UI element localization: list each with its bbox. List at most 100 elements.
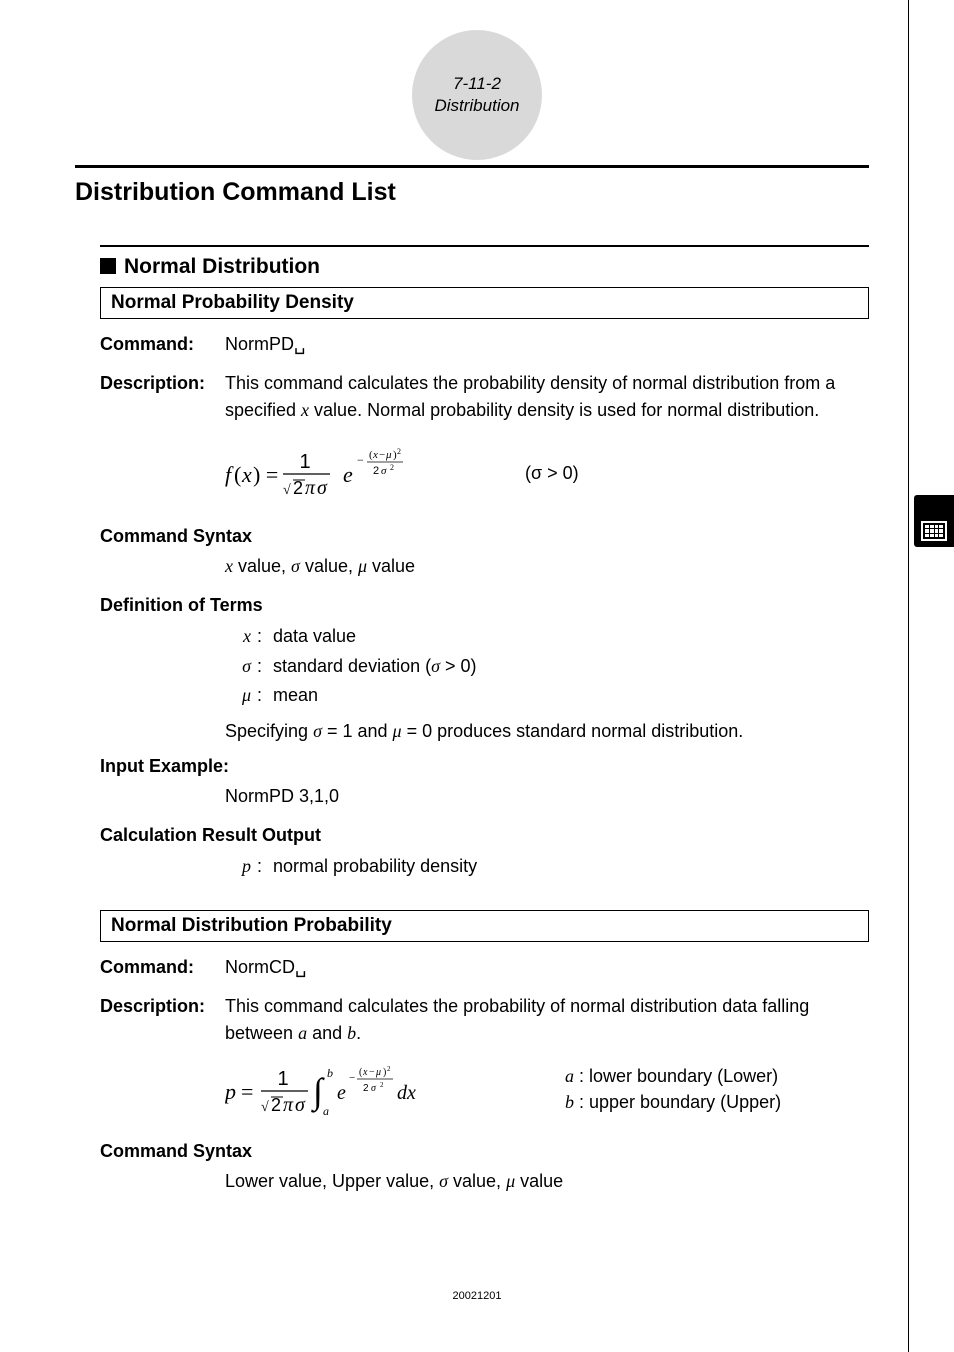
- syntax-value-npd: x value, σ value, μ value: [225, 553, 869, 581]
- svg-text:f: f: [225, 462, 234, 487]
- term-sigma-sym: σ: [225, 652, 257, 682]
- description-label: Description:: [100, 370, 225, 424]
- term-x: x : data value: [225, 622, 869, 652]
- section-heading-text: Normal Distribution: [124, 255, 320, 278]
- svg-text:e: e: [337, 1082, 346, 1104]
- boundary-notes: a : lower boundary (Lower) b : upper bou…: [565, 1064, 781, 1114]
- boundary-a: a : lower boundary (Lower): [565, 1064, 781, 1089]
- header-section-name: Distribution: [434, 95, 519, 117]
- desc-ndp-a: a: [298, 1023, 307, 1043]
- desc-ndp-b: b: [347, 1023, 356, 1043]
- svg-text:−: −: [349, 1072, 355, 1084]
- svg-text:√: √: [283, 483, 291, 498]
- svg-text:2: 2: [363, 1083, 369, 1094]
- desc-var-x: x: [301, 400, 309, 420]
- output-p-sym: p: [225, 852, 257, 882]
- svg-text:−: −: [357, 453, 364, 467]
- term-mu-val: mean: [273, 681, 318, 711]
- boundary-b-text: : upper boundary (Upper): [574, 1092, 781, 1112]
- syntax-value-ndp: Lower value, Upper value, σ value, μ val…: [225, 1168, 869, 1196]
- svg-text:a: a: [323, 1104, 329, 1118]
- section-rule: [100, 245, 869, 247]
- formula-ndp-svg: p = 1 √ 2 π σ ∫ b a e − ( x − μ ) 2 2 σ …: [225, 1059, 475, 1121]
- desc-ndp-and: and: [307, 1023, 347, 1043]
- svg-text:2: 2: [390, 463, 394, 472]
- svg-text:μ: μ: [385, 449, 392, 461]
- output-p-val: normal probability density: [273, 852, 477, 882]
- term-x-val: data value: [273, 622, 356, 652]
- svg-text:−: −: [369, 1067, 375, 1078]
- square-bullet-icon: [100, 258, 116, 274]
- description-value-ndp: This command calculates the probability …: [225, 993, 869, 1047]
- svg-text:1: 1: [299, 451, 310, 473]
- syntax-heading-ndp: Command Syntax: [100, 1141, 869, 1162]
- svg-text:x: x: [362, 1067, 368, 1078]
- svg-text:π: π: [283, 1094, 294, 1116]
- svg-text:2: 2: [293, 478, 303, 498]
- page-header-badge: 7-11-2 Distribution: [412, 30, 542, 160]
- svg-text:2: 2: [397, 447, 401, 456]
- input-example-value: NormPD 3,1,0: [225, 783, 869, 811]
- terms-heading: Definition of Terms: [100, 595, 869, 616]
- svg-text:x: x: [372, 449, 378, 461]
- formula-npd-svg: f ( x ) = 1 √ 2 π σ e − ( x − μ ) 2 2 σ …: [225, 442, 465, 504]
- boundary-a-sym: a: [565, 1066, 574, 1086]
- svg-text:σ: σ: [371, 1083, 377, 1094]
- svg-text:x: x: [241, 462, 252, 487]
- page-content: Distribution Command List Normal Distrib…: [75, 165, 869, 1201]
- svg-text:=: =: [241, 1079, 253, 1104]
- term-mu-sym: μ: [225, 681, 257, 711]
- footer-number: 20021201: [453, 1290, 502, 1302]
- term-sigma: σ : standard deviation (σ > 0): [225, 652, 869, 682]
- section-heading-normal: Normal Distribution: [100, 255, 869, 279]
- description-row-npd: Description: This command calculates the…: [100, 370, 869, 424]
- command-row-ndp: Command: NormCD␣: [100, 954, 869, 981]
- box-heading-ndp: Normal Distribution Probability: [100, 910, 869, 942]
- svg-text:−: −: [379, 449, 385, 461]
- std-normal-note: Specifying σ = 1 and μ = 0 produces stan…: [225, 721, 869, 742]
- command-row-npd: Command: NormPD␣: [100, 331, 869, 358]
- svg-text:): ): [383, 1067, 386, 1078]
- main-heading: Distribution Command List: [75, 165, 869, 207]
- command-label-ndp: Command:: [100, 954, 225, 981]
- page-right-border: [908, 0, 909, 1352]
- syntax-heading-npd: Command Syntax: [100, 526, 869, 547]
- svg-text:σ: σ: [317, 477, 328, 499]
- svg-text:π: π: [305, 477, 316, 499]
- formula-npd: f ( x ) = 1 √ 2 π σ e − ( x − μ ) 2 2 σ …: [225, 442, 869, 504]
- header-section-num: 7-11-2: [453, 73, 501, 95]
- svg-text:√: √: [261, 1100, 269, 1115]
- output-list: p : normal probability density: [225, 852, 869, 882]
- svg-text:1: 1: [277, 1068, 288, 1090]
- svg-text:2: 2: [271, 1095, 281, 1115]
- input-example-heading: Input Example:: [100, 756, 869, 777]
- sigma-condition: (σ > 0): [525, 463, 579, 484]
- term-sigma-val: standard deviation (σ > 0): [273, 652, 477, 682]
- svg-text:2: 2: [380, 1081, 384, 1089]
- svg-text:σ: σ: [381, 465, 387, 477]
- svg-text:2: 2: [373, 465, 379, 477]
- box-heading-npd: Normal Probability Density: [100, 287, 869, 319]
- boundary-b-sym: b: [565, 1092, 574, 1112]
- formula-ndp: p = 1 √ 2 π σ ∫ b a e − ( x − μ ) 2 2 σ …: [225, 1059, 869, 1121]
- svg-text:b: b: [327, 1066, 333, 1080]
- boundary-a-text: : lower boundary (Lower): [574, 1066, 778, 1086]
- svg-text:e: e: [343, 462, 353, 487]
- svg-text:2: 2: [387, 1065, 391, 1073]
- command-value-ndp: NormCD␣: [225, 954, 869, 981]
- svg-text:σ: σ: [295, 1094, 306, 1116]
- output-p: p : normal probability density: [225, 852, 869, 882]
- boundary-b: b : upper boundary (Upper): [565, 1090, 781, 1115]
- terms-list: x : data value σ : standard deviation (σ…: [225, 622, 869, 711]
- svg-text:dx: dx: [397, 1082, 416, 1104]
- term-mu: μ : mean: [225, 681, 869, 711]
- desc-post: value. Normal probability density is use…: [309, 400, 819, 420]
- command-label: Command:: [100, 331, 225, 358]
- desc-ndp-period: .: [356, 1023, 361, 1043]
- description-row-ndp: Description: This command calculates the…: [100, 993, 869, 1047]
- command-value: NormPD␣: [225, 331, 869, 358]
- svg-text:μ: μ: [375, 1067, 381, 1078]
- output-heading: Calculation Result Output: [100, 825, 869, 846]
- svg-text:) =: ) =: [253, 462, 278, 487]
- svg-text:(: (: [234, 462, 241, 487]
